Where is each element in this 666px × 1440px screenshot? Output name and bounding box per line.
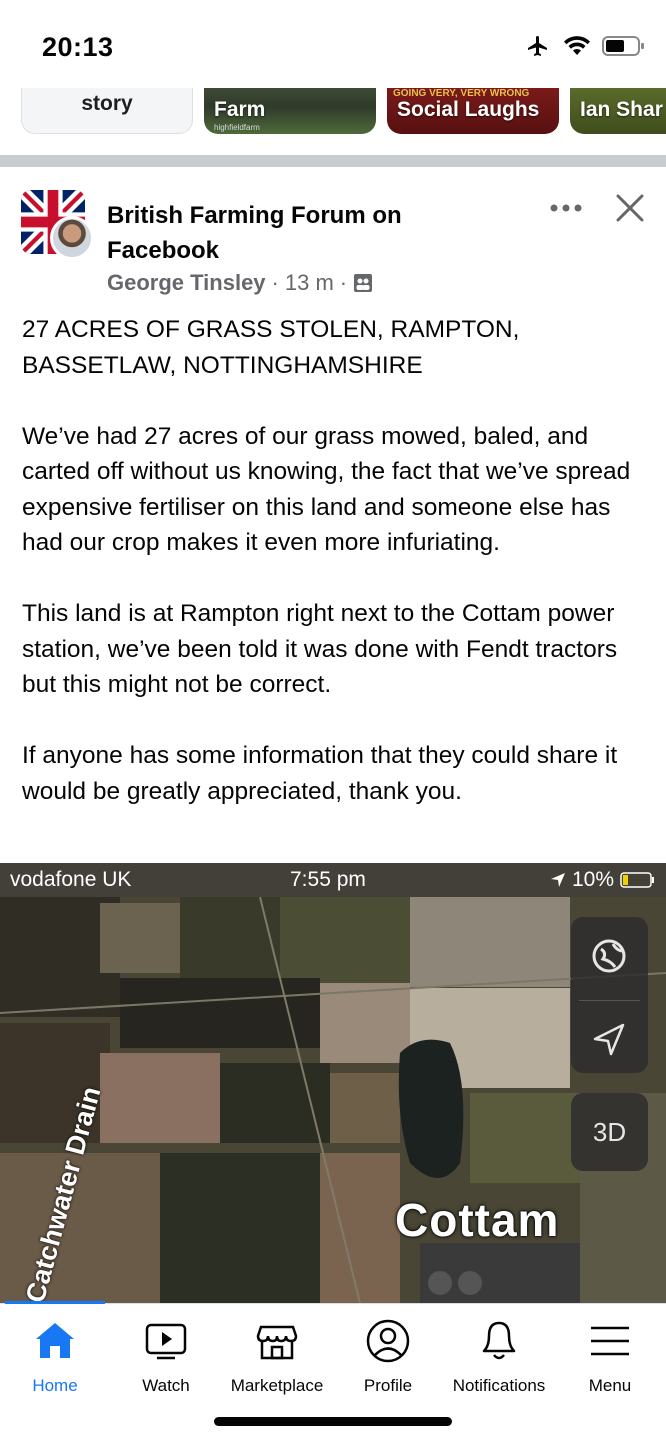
battery-icon xyxy=(602,36,644,56)
nav-label: Menu xyxy=(588,1376,632,1395)
wifi-icon xyxy=(564,36,590,55)
status-time: 20:13 xyxy=(42,32,114,62)
satellite-map-fields xyxy=(0,863,666,1303)
post-meta: George Tinsley · 13 m · xyxy=(107,270,373,296)
location-arrow-icon xyxy=(550,873,565,887)
meta-separator: · xyxy=(271,270,279,295)
nav-notifications[interactable]: Notifications xyxy=(444,1304,554,1404)
story-label: story xyxy=(81,92,133,115)
profile-icon xyxy=(366,1319,410,1363)
bell-icon xyxy=(482,1321,516,1360)
post-paragraph: This land is at Rampton right next to th… xyxy=(22,600,618,698)
battery-percentage: 10% xyxy=(571,868,614,891)
story-card-social-laughs[interactable]: GOING VERY, VERY WRONG Social Laughs xyxy=(387,88,559,134)
nav-menu[interactable]: Menu xyxy=(555,1304,665,1404)
marketplace-icon xyxy=(256,1325,298,1360)
post-image-map[interactable]: vodafone UK 7:55 pm 10% 3D Catchwater Dr… xyxy=(0,863,666,1303)
status-icons xyxy=(524,34,646,58)
story-label: Farm xyxy=(214,98,266,121)
map-label-place: Cottam xyxy=(395,1194,560,1246)
group-privacy-icon xyxy=(354,274,373,292)
watch-icon xyxy=(145,1323,187,1360)
status-bar: 20:13 xyxy=(0,0,666,88)
story-label: Ian Shar xyxy=(580,98,663,121)
author-avatar[interactable] xyxy=(50,216,94,260)
post-text: 27 ACRES OF GRASS STOLEN, RAMPTON, BASSE… xyxy=(22,312,652,809)
embedded-battery: 10% xyxy=(550,868,656,892)
group-name[interactable]: British Farming Forum on Facebook xyxy=(107,198,467,268)
nav-home[interactable]: Home xyxy=(0,1304,110,1404)
post-time[interactable]: 13 m xyxy=(285,270,334,296)
more-options-button[interactable] xyxy=(546,196,586,220)
post-paragraph: We’ve had 27 acres of our grass mowed, b… xyxy=(22,422,631,557)
create-story-card[interactable]: story xyxy=(21,88,193,134)
story-label: Social Laughs xyxy=(397,98,540,121)
3d-button[interactable]: 3D xyxy=(571,1093,648,1171)
nav-watch[interactable]: Watch xyxy=(111,1304,221,1404)
embedded-time: 7:55 pm xyxy=(290,868,366,891)
story-card-farm[interactable]: Farm highfieldfarm xyxy=(204,88,376,134)
globe-icon[interactable] xyxy=(571,917,648,995)
author-name[interactable]: George Tinsley xyxy=(107,270,266,296)
post-headline: 27 ACRES OF GRASS STOLEN, RAMPTON, BASSE… xyxy=(22,316,520,379)
navigation-arrow-icon[interactable] xyxy=(571,1001,648,1078)
story-card-ian[interactable]: Ian Shar xyxy=(570,88,666,134)
post-header: British Farming Forum on Facebook George… xyxy=(0,168,666,308)
embedded-status-bar: vodafone UK 7:55 pm 10% xyxy=(0,863,666,897)
battery-low-icon xyxy=(620,872,654,888)
stories-strip: story Farm highfieldfarm GOING VERY, VER… xyxy=(0,88,666,158)
home-icon xyxy=(36,1323,74,1358)
home-indicator[interactable] xyxy=(214,1417,452,1426)
story-handle: highfieldfarm xyxy=(214,123,260,132)
nav-profile[interactable]: Profile xyxy=(333,1304,443,1404)
carrier-label: vodafone UK xyxy=(10,868,132,891)
airplane-icon xyxy=(528,36,547,56)
close-icon[interactable] xyxy=(612,190,648,226)
meta-separator: · xyxy=(339,270,348,295)
menu-icon xyxy=(591,1326,629,1356)
map-controls xyxy=(571,917,648,1073)
section-divider xyxy=(0,155,666,167)
post-paragraph: If anyone has some information that they… xyxy=(22,742,618,805)
nav-marketplace[interactable]: Marketplace xyxy=(222,1304,332,1404)
